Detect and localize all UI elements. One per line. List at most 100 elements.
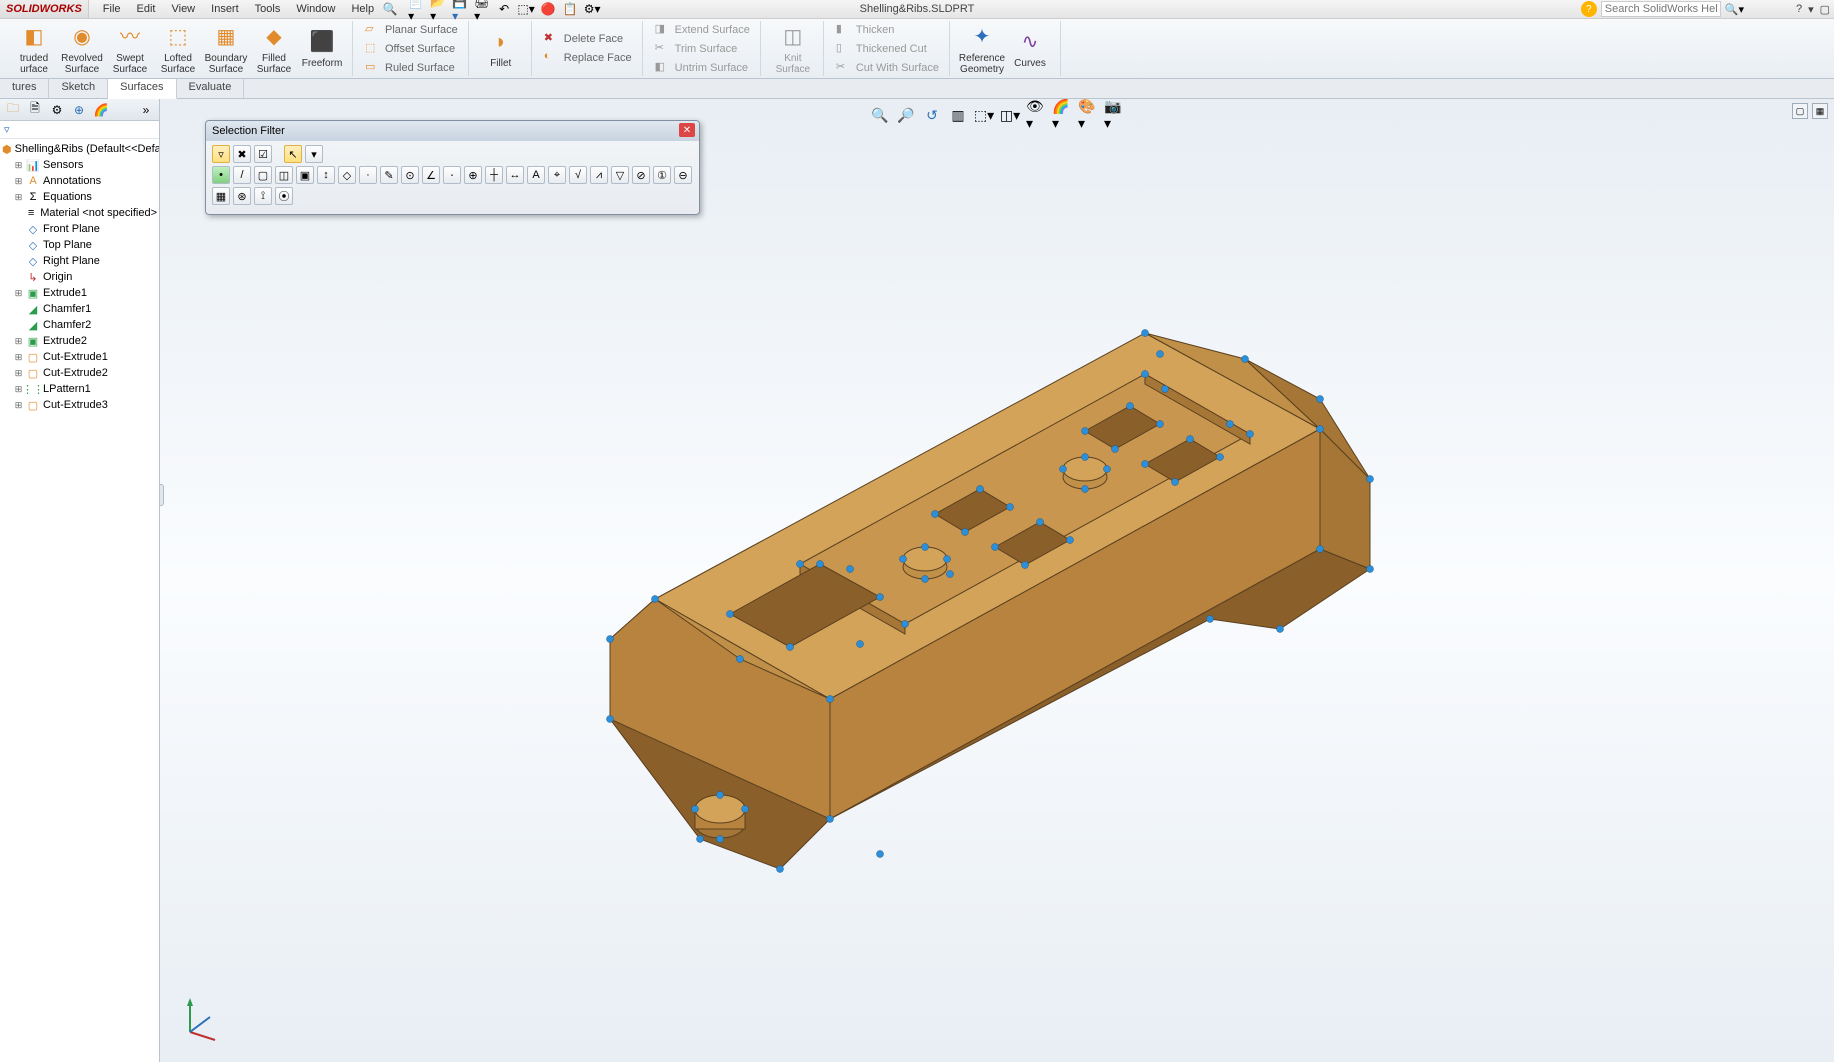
tree-feature-chamfer2[interactable]: ◢Chamfer2 <box>0 317 159 333</box>
settings-icon[interactable]: ⚙▾ <box>584 1 600 17</box>
filter-centermark-icon[interactable]: ⊕ <box>464 166 482 184</box>
tree-tab-appearance-icon[interactable]: 🌈 <box>92 101 110 119</box>
tree-feature-lpattern1[interactable]: ⊞⋮⋮LPattern1 <box>0 381 159 397</box>
filter-clear-icon[interactable]: ✖ <box>233 145 251 163</box>
filter-plane-icon[interactable]: ◇ <box>338 166 356 184</box>
curves-button[interactable]: ∿Curves <box>1006 28 1054 69</box>
rebuild-icon[interactable]: 🔴 <box>540 1 556 17</box>
trim-surface-button[interactable]: ✂Trim Surface <box>651 40 754 58</box>
menu-help[interactable]: Help <box>343 1 382 17</box>
tree-origin[interactable]: ↳Origin <box>0 269 159 285</box>
ruled-surface-button[interactable]: ▭Ruled Surface <box>361 59 462 77</box>
tree-tab-feature-icon[interactable]: 🗀 <box>4 101 22 119</box>
filter-dropdown-icon[interactable]: ▾ <box>305 145 323 163</box>
new-icon[interactable]: 📄▾ <box>408 1 424 17</box>
filter-edge-icon[interactable]: / <box>233 166 251 184</box>
select-icon[interactable]: ⬚▾ <box>518 1 534 17</box>
filter-dtarget-icon[interactable]: ⊘ <box>632 166 650 184</box>
lofted-surface-button[interactable]: ⬚Lofted Surface <box>154 23 202 75</box>
tree-sensors[interactable]: ⊞📊Sensors <box>0 157 159 173</box>
filter-balloon-icon[interactable]: ① <box>653 166 671 184</box>
tab-features[interactable]: tures <box>0 79 49 98</box>
tree-tab-config-icon[interactable]: ⚙ <box>48 101 66 119</box>
minimize-icon[interactable]: ▾ <box>1808 3 1814 16</box>
menu-file[interactable]: File <box>95 1 129 17</box>
delete-face-button[interactable]: ✖Delete Face <box>540 30 636 48</box>
filter-face-icon[interactable]: ▢ <box>254 166 272 184</box>
filter-select-all-icon[interactable]: ☑ <box>254 145 272 163</box>
offset-surface-button[interactable]: ⬚Offset Surface <box>361 40 462 58</box>
tree-feature-cutextrude1[interactable]: ⊞▢Cut-Extrude1 <box>0 349 159 365</box>
filter-connpoint-icon[interactable]: ⊛ <box>233 187 251 205</box>
thickened-cut-button[interactable]: ▯Thickened Cut <box>832 40 943 58</box>
menu-insert[interactable]: Insert <box>203 1 247 17</box>
restore-icon[interactable]: ▢ <box>1820 3 1830 16</box>
menu-edit[interactable]: Edit <box>129 1 164 17</box>
tree-feature-cutextrude2[interactable]: ⊞▢Cut-Extrude2 <box>0 365 159 381</box>
print-icon[interactable]: 🖨▾ <box>474 1 490 17</box>
filter-point-icon[interactable]: · <box>359 166 377 184</box>
filter-cursor-icon[interactable]: ↖ <box>284 145 302 163</box>
filter-cosmetic-icon[interactable]: ⊖ <box>674 166 692 184</box>
fillet-button[interactable]: ◗Fillet <box>477 28 525 69</box>
options-icon[interactable]: 📋 <box>562 1 578 17</box>
graphics-viewport[interactable]: ▢ ▦ 🔍 🔎 ↺ ▥ ⬚▾ ◫▾ 👁▾ 🌈▾ 🎨▾ 📷▾ <box>160 99 1834 1062</box>
tab-sketch[interactable]: Sketch <box>49 79 108 98</box>
filter-toggle-icon[interactable]: ▿ <box>212 145 230 163</box>
tab-surfaces[interactable]: Surfaces <box>108 79 176 99</box>
filter-sketchseg-icon[interactable]: ∠ <box>422 166 440 184</box>
filter-surface-icon[interactable]: ◫ <box>275 166 293 184</box>
search-input[interactable] <box>1601 1 1721 17</box>
menu-tools[interactable]: Tools <box>247 1 289 17</box>
filter-note-icon[interactable]: A <box>527 166 545 184</box>
extruded-surface-button[interactable]: ◧truded urface <box>10 23 58 75</box>
tree-tab-property-icon[interactable]: 🗎 <box>26 101 44 119</box>
filter-vertex-icon[interactable]: • <box>212 166 230 184</box>
revolved-surface-button[interactable]: ◉Revolved Surface <box>58 23 106 75</box>
tree-annotations[interactable]: ⊞AAnnotations <box>0 173 159 189</box>
filter-sketchpoint-icon[interactable]: ⊙ <box>401 166 419 184</box>
filter-block-icon[interactable]: ▦ <box>212 187 230 205</box>
save-icon[interactable]: 💾▾ <box>452 1 468 17</box>
filter-centerline-icon[interactable]: ┼ <box>485 166 503 184</box>
filter-dimension-icon[interactable]: ↔ <box>506 166 524 184</box>
tree-expand-icon[interactable]: » <box>137 101 155 119</box>
tree-tab-dim-icon[interactable]: ⊕ <box>70 101 88 119</box>
close-icon[interactable]: ✕ <box>679 123 695 137</box>
help-toggle-icon[interactable]: ? <box>1796 3 1802 16</box>
tree-top-plane[interactable]: ◇Top Plane <box>0 237 159 253</box>
tree-material[interactable]: ≡Material <not specified> <box>0 205 159 221</box>
tree-right-plane[interactable]: ◇Right Plane <box>0 253 159 269</box>
reference-geometry-button[interactable]: ✦Reference Geometry <box>958 23 1006 75</box>
filter-midpoint-icon[interactable]: ⋅ <box>443 166 461 184</box>
tree-feature-chamfer1[interactable]: ◢Chamfer1 <box>0 301 159 317</box>
filter-gtol-icon[interactable]: ⌖ <box>548 166 566 184</box>
untrim-surface-button[interactable]: ◧Untrim Surface <box>651 59 754 77</box>
open-icon[interactable]: 📂▾ <box>430 1 446 17</box>
thicken-button[interactable]: ▮Thicken <box>832 21 943 39</box>
planar-surface-button[interactable]: ▱Planar Surface <box>361 21 462 39</box>
freeform-button[interactable]: ⬛Freeform <box>298 28 346 69</box>
boundary-surface-button[interactable]: ▦Boundary Surface <box>202 23 250 75</box>
tree-feature-extrude2[interactable]: ⊞▣Extrude2 <box>0 333 159 349</box>
knit-surface-button[interactable]: ◫Knit Surface <box>769 23 817 75</box>
replace-face-button[interactable]: ◐Replace Face <box>540 49 636 67</box>
selection-filter-window[interactable]: Selection Filter ✕ ▿ ✖ ☑ ↖ ▾ • / ▢ ◫ ▣ ↕… <box>205 120 700 215</box>
tree-root[interactable]: ⬢Shelling&Ribs (Default<<Defau <box>0 141 159 157</box>
cut-with-surface-button[interactable]: ✂Cut With Surface <box>832 59 943 77</box>
filter-routepoint-icon[interactable]: ⟟ <box>254 187 272 205</box>
help-icon[interactable]: 🔍 <box>382 1 398 17</box>
filter-sfinish-icon[interactable]: √ <box>569 166 587 184</box>
filter-dowel-icon[interactable]: ⦿ <box>275 187 293 205</box>
filter-icon[interactable]: ▿ <box>4 123 10 136</box>
tree-equations[interactable]: ⊞ΣEquations <box>0 189 159 205</box>
extend-surface-button[interactable]: ◨Extend Surface <box>651 21 754 39</box>
filter-weld-icon[interactable]: ⩘ <box>590 166 608 184</box>
tree-feature-extrude1[interactable]: ⊞▣Extrude1 <box>0 285 159 301</box>
undo-icon[interactable]: ↶ <box>496 1 512 17</box>
filter-solid-icon[interactable]: ▣ <box>296 166 314 184</box>
tab-evaluate[interactable]: Evaluate <box>177 79 245 98</box>
filter-sketch-icon[interactable]: ✎ <box>380 166 398 184</box>
filled-surface-button[interactable]: ◆Filled Surface <box>250 23 298 75</box>
tree-front-plane[interactable]: ◇Front Plane <box>0 221 159 237</box>
